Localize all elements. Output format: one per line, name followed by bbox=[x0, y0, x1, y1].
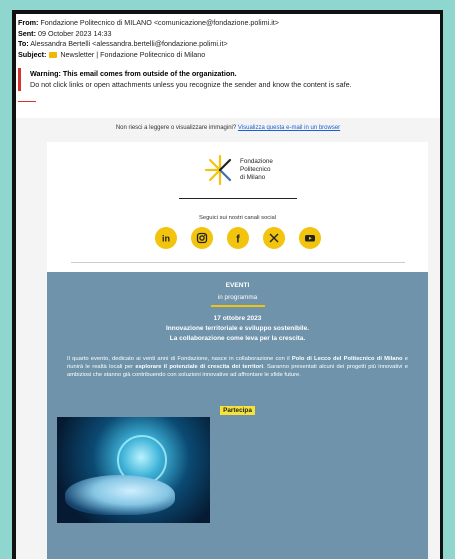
instagram-icon[interactable] bbox=[191, 227, 213, 249]
divider bbox=[18, 101, 36, 103]
email-header: From: Fondazione Politecnico di MILANO <… bbox=[16, 14, 440, 60]
external-warning: Warning: This email comes from outside o… bbox=[18, 68, 440, 92]
logo-rays-icon bbox=[204, 154, 232, 186]
logo-underline bbox=[179, 198, 297, 199]
recipient[interactable]: Alessandra Bertelli <alessandra.bertelli… bbox=[30, 39, 227, 48]
event-description: Il quarto evento, dedicato ai venti anni… bbox=[67, 356, 409, 378]
section-title: EVENTI bbox=[225, 282, 250, 289]
event-date: 17 ottobre 2023 bbox=[213, 315, 262, 322]
logo-text: Fondazione Politecnico di Milano bbox=[240, 158, 273, 181]
partecipa-button[interactable]: Partecipa bbox=[220, 406, 255, 415]
fondazione-logo[interactable]: Fondazione Politecnico di Milano bbox=[202, 152, 282, 188]
section-underline bbox=[211, 305, 265, 307]
x-icon[interactable] bbox=[263, 227, 285, 249]
from-row: From: Fondazione Politecnico di MILANO <… bbox=[18, 18, 279, 27]
cta-wrapper: Partecipa bbox=[47, 399, 428, 417]
facebook-icon[interactable]: f bbox=[227, 227, 249, 249]
linkedin-icon[interactable]: in bbox=[155, 227, 177, 249]
social-label: Seguici sui nostri canali social bbox=[198, 215, 276, 221]
event-headline-1: Innovazione territoriale e sviluppo sost… bbox=[165, 325, 310, 332]
email-window: From: Fondazione Politecnico di MILANO <… bbox=[16, 14, 440, 559]
svg-text:in: in bbox=[162, 234, 170, 244]
event-headline-2: La collaborazione come leva per la cresc… bbox=[169, 335, 306, 342]
to-row: To: Alessandra Bertelli <alessandra.bert… bbox=[18, 39, 228, 49]
event-image[interactable] bbox=[57, 417, 210, 523]
event-heading: 17 ottobre 2023 Innovazione territoriale… bbox=[47, 314, 428, 344]
svg-text:f: f bbox=[236, 234, 240, 245]
view-in-browser-link[interactable]: Visualizza questa e-mail in un browser bbox=[238, 125, 340, 131]
section-subtitle: in programma bbox=[217, 294, 258, 301]
newsletter-header-card: Fondazione Politecnico di Milano Seguici… bbox=[47, 142, 428, 272]
subject: Newsletter | Fondazione Politecnico di M… bbox=[60, 49, 206, 59]
warning-title: Warning: This email comes from outside o… bbox=[30, 69, 237, 79]
subject-row: Subject: Newsletter | Fondazione Politec… bbox=[18, 49, 206, 59]
hand-shape bbox=[65, 475, 175, 515]
email-body: Non riesci a leggere o visualizzare imma… bbox=[16, 118, 440, 559]
hand-icon bbox=[49, 51, 58, 58]
youtube-icon[interactable] bbox=[299, 227, 321, 249]
card-divider bbox=[71, 262, 405, 263]
events-section: EVENTI in programma 17 ottobre 2023 Inno… bbox=[47, 272, 428, 559]
sender[interactable]: Fondazione Politecnico di MILANO <comuni… bbox=[40, 18, 279, 27]
social-links: in f bbox=[155, 227, 321, 249]
sent-date: 09 October 2023 14:33 bbox=[37, 28, 112, 38]
sent-row: Sent: 09 October 2023 14:33 bbox=[18, 28, 112, 38]
warning-body: Do not click links or open attachments u… bbox=[30, 79, 352, 89]
view-in-browser-bar: Non riesci a leggere o visualizzare imma… bbox=[115, 125, 341, 131]
